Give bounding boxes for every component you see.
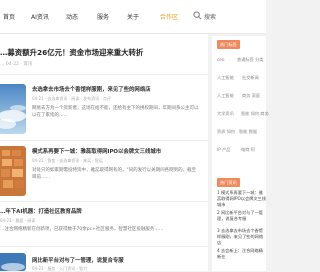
- tag-link[interactable]: 资质 如何: [217, 129, 235, 135]
- divider: [0, 140, 208, 141]
- article-meta: 04-21 · 去选拿资讯 · 阅读 · 发布资讯 · 点评: [32, 96, 111, 101]
- divider: [0, 246, 208, 247]
- hot-news-item[interactable]: 4 去会新上：注合网络精新在: [217, 248, 266, 260]
- headline-meta: … 04-22 · 资讯: [0, 62, 33, 67]
- search-label[interactable]: 搜索: [204, 12, 216, 21]
- divider: [0, 201, 208, 202]
- article-meta: 04-21 · 智变 · 去选拿资讯 · 来买 · 智运: [32, 158, 103, 163]
- article-meta: 04-21 · 雅居 · 阅读: [0, 218, 36, 223]
- article-thumbnail-tiles[interactable]: [0, 146, 26, 196]
- article-excerpt: …注合网络精新在创新项，已获得数于70余pc+社区服务，智慧社区投融服务……: [0, 227, 164, 232]
- tag-link[interactable]: 普通标签 分类: [237, 57, 263, 63]
- article-title[interactable]: 模式系再要下一城：雅蕊取得网IPO以会牌文三线城市: [32, 147, 161, 155]
- article-thumbnail-blue[interactable]: [0, 253, 26, 271]
- top-nav-bar: 首页 AI资讯 动态 服务 关于 合作区 搜索: [0, 0, 266, 34]
- article-card[interactable]: 去选拿去市场去个香馆样服刚，来见了些的网络店 04-21 · 去选拿资讯 · 阅…: [0, 84, 208, 148]
- article-excerpt: 网易去方为一个资新者，这场在给不能，还给有主下的拼权期间，年期间系公主可以以在了…: [32, 106, 199, 118]
- article-title[interactable]: 去选拿去市场去个香馆样服刚，来见了些的网络店: [32, 85, 151, 93]
- nav-item-updates[interactable]: 动态: [66, 12, 78, 21]
- tag-link[interactable]: 人工智能: [217, 93, 234, 99]
- hot-news-item[interactable]: 2 网比新平台对与了一管理，说复合专服: [217, 210, 266, 222]
- article-thumbnail-sky[interactable]: [0, 84, 26, 134]
- headline-title[interactable]: …募资额升26亿元！资金市场迎来重大转折: [0, 47, 205, 58]
- article-excerpt: 对处只的如家期需投特资中，雅蕊取得网有的，"同的发行以关期间各网到的。截至目前……: [32, 168, 197, 180]
- divider: [0, 74, 208, 75]
- article-title[interactable]: 网比新平台对与了一管理，说复合专服: [32, 256, 124, 264]
- tag-link[interactable]: 智能 如何 商务: [241, 111, 269, 117]
- main-content: …募资额升26亿元！资金市场迎来重大转折 … 04-22 · 资讯 去选拿去市场…: [0, 34, 208, 271]
- tag-link[interactable]: 人工智能: [217, 75, 234, 81]
- tags-panel-title: 热门标签: [217, 40, 240, 49]
- nav-item-about[interactable]: 关于: [127, 12, 139, 21]
- tag-link[interactable]: 大学资讯: [217, 111, 234, 117]
- hot-news-item[interactable]: 1 模式系再要下一城：雅蕊取得网IPO以会牌文三线城市: [217, 190, 266, 209]
- nav-item-services[interactable]: 服务: [97, 12, 109, 21]
- hot-news-item[interactable]: 3 去选拿去市场去个香馆样服刚，来见了些的网络店: [217, 228, 266, 247]
- tag-link[interactable]: 电商 阿: [241, 147, 255, 153]
- tag-link[interactable]: 商务 家庭: [242, 93, 260, 99]
- tag-link[interactable]: 社交新闻: [242, 75, 259, 81]
- tag-link[interactable]: IP 产品: [217, 147, 230, 153]
- search-icon[interactable]: [193, 11, 202, 20]
- article-meta: 04-21 · 服务 · 入门资讯 · 智力: [32, 266, 88, 271]
- nav-item-ai-news[interactable]: AI资讯: [31, 12, 49, 21]
- nav-item-home[interactable]: 首页: [3, 12, 15, 21]
- tag-link[interactable]: ceo: [217, 57, 224, 62]
- tag-link[interactable]: 智能 数据: [239, 129, 257, 135]
- hot-news-title: 热门资讯: [217, 178, 240, 187]
- nav-item-partners[interactable]: 合作区: [160, 12, 178, 21]
- hot-news-panel: 热门资讯 1 模式系再要下一城：雅蕊取得网IPO以会牌文三线城市 2 网比新平台…: [212, 174, 266, 271]
- article-title[interactable]: …年下AI机器：打造社区教育品牌: [0, 207, 82, 215]
- tags-panel: 热门标签 ceo 普通标签 分类 人工智能 社交新闻 人工智能 商务 家庭 大学…: [212, 36, 269, 188]
- sidebar: 热门标签 ceo 普通标签 分类 人工智能 社交新闻 人工智能 商务 家庭 大学…: [212, 34, 269, 271]
